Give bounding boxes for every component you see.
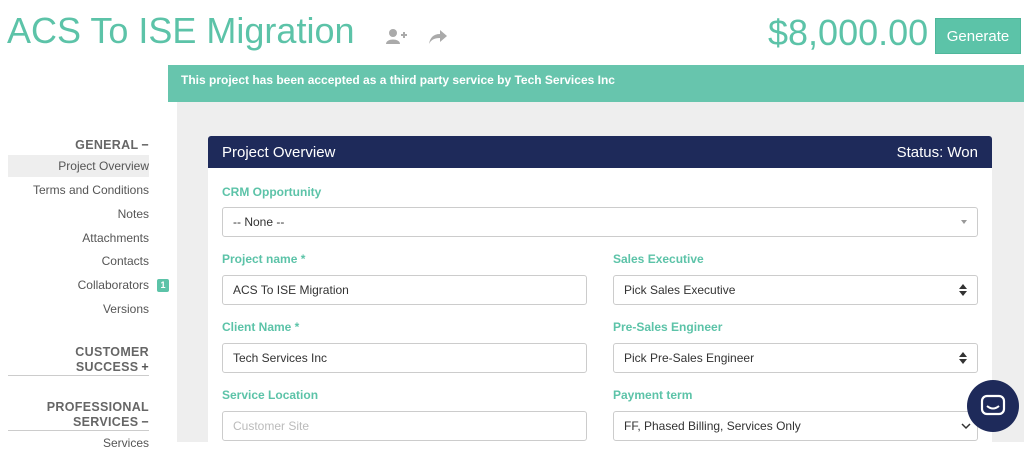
chevron-down-icon <box>961 220 967 224</box>
section-professional-services[interactable]: PROFESSIONAL SERVICES − <box>47 400 149 430</box>
payment-term-label: Payment term <box>613 388 693 402</box>
service-location-input[interactable]: Customer Site <box>222 411 587 441</box>
panel-header: Project Overview Status: Won <box>208 136 992 168</box>
section-customer-success[interactable]: CUSTOMER SUCCESS + <box>75 345 149 375</box>
expand-icon[interactable]: + <box>141 360 149 375</box>
chat-launcher-button[interactable] <box>967 380 1019 432</box>
crm-opportunity-select[interactable]: -- None -- <box>222 207 978 237</box>
section-general[interactable]: GENERAL − <box>75 138 149 153</box>
section-divider <box>8 375 149 376</box>
share-icon[interactable] <box>428 28 450 46</box>
section-professional-services-title-2: SERVICES <box>73 415 139 429</box>
chevron-down-icon <box>961 423 971 430</box>
collapse-icon[interactable]: − <box>141 138 149 153</box>
project-amount: $8,000.00 <box>768 12 929 53</box>
section-professional-services-title-1: PROFESSIONAL <box>46 400 149 414</box>
section-customer-success-title-1: CUSTOMER <box>75 345 149 359</box>
section-general-title: GENERAL <box>75 138 139 152</box>
project-overview-panel: Project Overview Status: Won CRM Opportu… <box>208 136 992 442</box>
sidebar-item-services[interactable]: Services <box>8 432 149 454</box>
sort-icon <box>959 284 967 296</box>
client-name-label: Client Name * <box>222 320 300 334</box>
generate-button[interactable]: Generate <box>935 18 1021 54</box>
payment-term-value: FF, Phased Billing, Services Only <box>624 419 801 433</box>
presales-engineer-label: Pre-Sales Engineer <box>613 320 723 334</box>
sidebar-item-terms[interactable]: Terms and Conditions <box>8 179 149 201</box>
sidebar-item-attachments[interactable]: Attachments <box>8 227 149 249</box>
sidebar-item-versions[interactable]: Versions <box>8 298 149 320</box>
collaborators-count-badge: 1 <box>157 279 169 292</box>
crm-opportunity-value: -- None -- <box>233 215 285 229</box>
service-location-label: Service Location <box>222 388 319 402</box>
add-user-icon[interactable] <box>386 28 408 46</box>
panel-title: Project Overview <box>222 144 336 161</box>
section-customer-success-title-2: SUCCESS <box>75 360 139 374</box>
collapse-icon[interactable]: − <box>141 415 149 430</box>
chat-icon <box>980 394 1006 416</box>
status-label: Status: Won <box>896 144 978 161</box>
payment-term-select[interactable]: FF, Phased Billing, Services Only <box>613 411 978 441</box>
project-name-label: Project name * <box>222 252 306 266</box>
presales-engineer-select[interactable]: Pick Pre-Sales Engineer <box>613 343 978 373</box>
status-banner: This project has been accepted as a thir… <box>168 65 1024 102</box>
sidebar-item-contacts[interactable]: Contacts <box>8 250 149 272</box>
sidebar-item-notes[interactable]: Notes <box>8 203 149 225</box>
project-name-input[interactable]: ACS To ISE Migration <box>222 275 587 305</box>
presales-engineer-value: Pick Pre-Sales Engineer <box>624 351 755 365</box>
sidebar-item-collaborators[interactable]: Collaborators <box>8 274 149 296</box>
sidebar-item-project-overview[interactable]: Project Overview <box>8 155 149 177</box>
page-title: ACS To ISE Migration <box>7 10 355 51</box>
sort-icon <box>959 352 967 364</box>
sales-executive-label: Sales Executive <box>613 252 704 266</box>
sales-executive-select[interactable]: Pick Sales Executive <box>613 275 978 305</box>
section-divider <box>8 430 149 431</box>
client-name-input[interactable]: Tech Services Inc <box>222 343 587 373</box>
sales-executive-value: Pick Sales Executive <box>624 283 736 297</box>
crm-opportunity-label: CRM Opportunity <box>222 185 322 199</box>
sidebar: GENERAL − Project Overview Terms and Cond… <box>0 102 177 450</box>
